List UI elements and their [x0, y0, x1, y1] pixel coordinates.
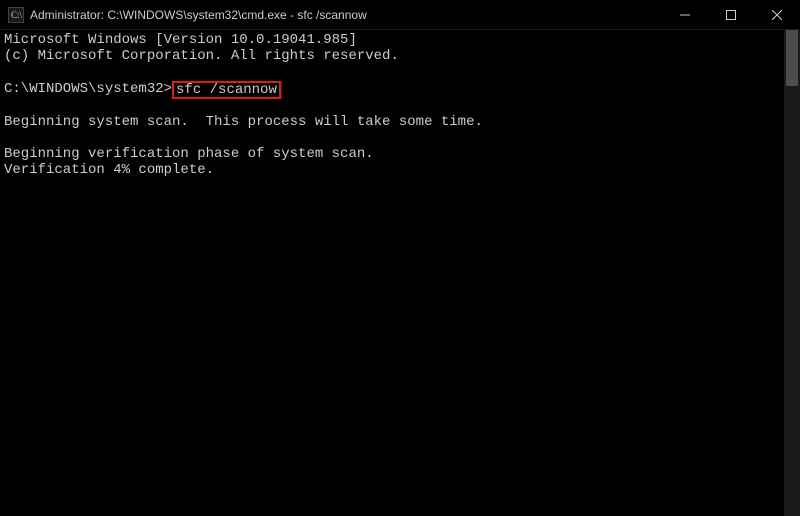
blank-line [4, 98, 780, 114]
window-title: Administrator: C:\WINDOWS\system32\cmd.e… [30, 8, 662, 22]
command-text: sfc /scannow [176, 82, 277, 98]
scrollbar-thumb[interactable] [786, 30, 798, 86]
window-controls [662, 0, 800, 29]
maximize-icon [726, 10, 736, 20]
close-button[interactable] [754, 0, 800, 29]
verification-progress-line: Verification 4% complete. [4, 162, 780, 178]
maximize-button[interactable] [708, 0, 754, 29]
blank-line [4, 130, 780, 146]
minimize-icon [680, 10, 690, 20]
version-line: Microsoft Windows [Version 10.0.19041.98… [4, 32, 780, 48]
svg-text:C:\: C:\ [11, 10, 23, 20]
verification-begin-line: Beginning verification phase of system s… [4, 146, 780, 162]
titlebar[interactable]: C:\ Administrator: C:\WINDOWS\system32\c… [0, 0, 800, 30]
vertical-scrollbar[interactable] [784, 30, 800, 516]
cmd-icon: C:\ [8, 7, 24, 23]
terminal-output[interactable]: Microsoft Windows [Version 10.0.19041.98… [0, 30, 784, 516]
scan-begin-line: Beginning system scan. This process will… [4, 114, 780, 130]
prompt-line: C:\WINDOWS\system32>sfc /scannow [4, 80, 780, 98]
blank-line [4, 64, 780, 80]
copyright-line: (c) Microsoft Corporation. All rights re… [4, 48, 780, 64]
minimize-button[interactable] [662, 0, 708, 29]
command-highlight: sfc /scannow [172, 81, 281, 99]
cmd-window: C:\ Administrator: C:\WINDOWS\system32\c… [0, 0, 800, 516]
terminal-body: Microsoft Windows [Version 10.0.19041.98… [0, 30, 800, 516]
prompt-path: C:\WINDOWS\system32> [4, 81, 172, 97]
close-icon [772, 10, 782, 20]
